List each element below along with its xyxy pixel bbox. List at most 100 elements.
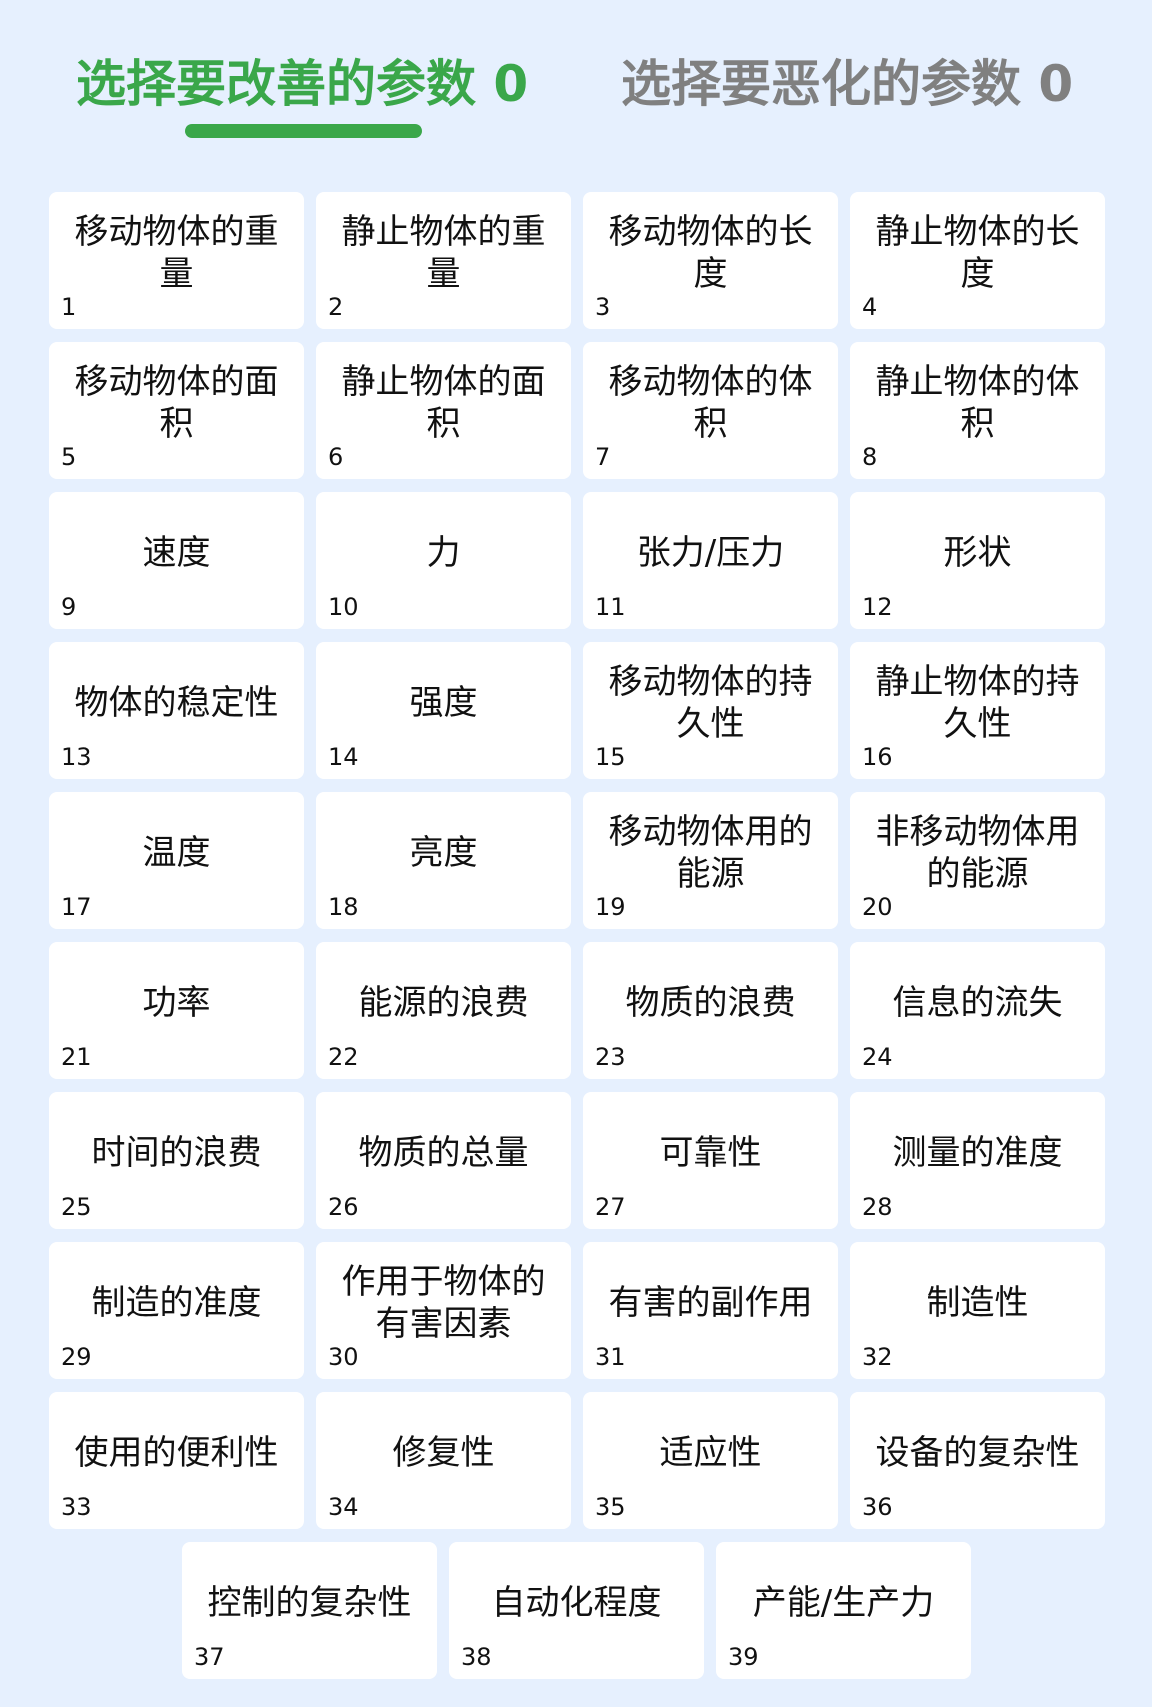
param-number: 5 xyxy=(61,443,77,471)
param-number: 7 xyxy=(595,443,611,471)
tab-improve-params[interactable]: 选择要改善的参数 0 xyxy=(76,44,528,116)
param-card-1[interactable]: 移动物体的重量 1 xyxy=(49,192,304,329)
param-card-14[interactable]: 强度 14 xyxy=(316,642,571,779)
param-label: 产能/生产力 xyxy=(752,1582,935,1623)
param-label: 能源的浪费 xyxy=(358,982,529,1023)
param-card-18[interactable]: 亮度 18 xyxy=(316,792,571,929)
param-card-9[interactable]: 速度 9 xyxy=(49,492,304,629)
param-label: 静止物体的体积 xyxy=(875,361,1080,444)
param-label: 移动物体的重量 xyxy=(74,211,279,294)
param-card-38[interactable]: 自动化程度 38 xyxy=(449,1542,704,1679)
param-label: 静止物体的长度 xyxy=(875,211,1080,294)
param-number: 36 xyxy=(862,1493,893,1521)
param-label: 有害的副作用 xyxy=(608,1282,813,1323)
tab-worsen-params[interactable]: 选择要恶化的参数 0 xyxy=(621,44,1073,116)
param-number: 4 xyxy=(862,293,878,321)
param-label: 形状 xyxy=(943,532,1012,573)
param-label: 物质的浪费 xyxy=(625,982,796,1023)
param-number: 16 xyxy=(862,743,893,771)
param-number: 25 xyxy=(61,1193,92,1221)
param-card-33[interactable]: 使用的便利性 33 xyxy=(49,1392,304,1529)
param-card-11[interactable]: 张力/压力 11 xyxy=(583,492,838,629)
param-card-12[interactable]: 形状 12 xyxy=(850,492,1105,629)
param-label: 亮度 xyxy=(409,832,478,873)
param-label: 静止物体的面积 xyxy=(341,361,546,444)
param-number: 9 xyxy=(61,593,77,621)
param-label: 时间的浪费 xyxy=(91,1132,262,1173)
param-card-34[interactable]: 修复性 34 xyxy=(316,1392,571,1529)
param-card-7[interactable]: 移动物体的体积 7 xyxy=(583,342,838,479)
param-label: 自动化程度 xyxy=(491,1582,662,1623)
param-card-13[interactable]: 物体的稳定性 13 xyxy=(49,642,304,779)
param-number: 35 xyxy=(595,1493,626,1521)
param-number: 24 xyxy=(862,1043,893,1071)
param-number: 39 xyxy=(728,1643,759,1671)
param-card-25[interactable]: 时间的浪费 25 xyxy=(49,1092,304,1229)
param-number: 31 xyxy=(595,1343,626,1371)
param-label: 可靠性 xyxy=(659,1132,762,1173)
param-card-29[interactable]: 制造的准度 29 xyxy=(49,1242,304,1379)
param-label: 测量的准度 xyxy=(892,1132,1063,1173)
param-number: 6 xyxy=(328,443,344,471)
param-card-6[interactable]: 静止物体的面积 6 xyxy=(316,342,571,479)
param-number: 38 xyxy=(461,1643,492,1671)
param-card-16[interactable]: 静止物体的持久性 16 xyxy=(850,642,1105,779)
param-number: 29 xyxy=(61,1343,92,1371)
param-number: 2 xyxy=(328,293,344,321)
param-label: 功率 xyxy=(142,982,211,1023)
param-card-17[interactable]: 温度 17 xyxy=(49,792,304,929)
param-card-22[interactable]: 能源的浪费 22 xyxy=(316,942,571,1079)
param-card-8[interactable]: 静止物体的体积 8 xyxy=(850,342,1105,479)
param-card-2[interactable]: 静止物体的重量 2 xyxy=(316,192,571,329)
param-label: 制造性 xyxy=(926,1282,1029,1323)
param-number: 20 xyxy=(862,893,893,921)
param-grid: 移动物体的重量 1 静止物体的重量 2 移动物体的长度 3 静止物体的长度 4 移动物体的面积 5… xyxy=(49,192,1105,1529)
param-number: 19 xyxy=(595,893,626,921)
param-card-5[interactable]: 移动物体的面积 5 xyxy=(49,342,304,479)
param-label: 温度 xyxy=(142,832,211,873)
param-number: 17 xyxy=(61,893,92,921)
param-card-36[interactable]: 设备的复杂性 36 xyxy=(850,1392,1105,1529)
param-card-21[interactable]: 功率 21 xyxy=(49,942,304,1079)
param-number: 37 xyxy=(194,1643,225,1671)
param-number: 1 xyxy=(61,293,77,321)
param-number: 14 xyxy=(328,743,359,771)
param-label: 静止物体的重量 xyxy=(341,211,546,294)
param-card-23[interactable]: 物质的浪费 23 xyxy=(583,942,838,1079)
param-label: 移动物体的长度 xyxy=(608,211,813,294)
param-label: 移动物体的面积 xyxy=(74,361,279,444)
param-card-35[interactable]: 适应性 35 xyxy=(583,1392,838,1529)
active-tab-indicator xyxy=(185,124,422,138)
param-card-32[interactable]: 制造性 32 xyxy=(850,1242,1105,1379)
param-label: 作用于物体的有害因素 xyxy=(341,1261,546,1344)
param-card-20[interactable]: 非移动物体用的能源 20 xyxy=(850,792,1105,929)
param-label: 物体的稳定性 xyxy=(74,682,279,723)
param-card-31[interactable]: 有害的副作用 31 xyxy=(583,1242,838,1379)
param-label: 非移动物体用的能源 xyxy=(875,811,1080,894)
param-label: 强度 xyxy=(409,682,478,723)
param-number: 10 xyxy=(328,593,359,621)
param-card-24[interactable]: 信息的流失 24 xyxy=(850,942,1105,1079)
param-card-10[interactable]: 力 10 xyxy=(316,492,571,629)
param-number: 18 xyxy=(328,893,359,921)
param-number: 34 xyxy=(328,1493,359,1521)
param-number: 28 xyxy=(862,1193,893,1221)
param-card-28[interactable]: 测量的准度 28 xyxy=(850,1092,1105,1229)
param-card-15[interactable]: 移动物体的持久性 15 xyxy=(583,642,838,779)
param-card-19[interactable]: 移动物体用的能源 19 xyxy=(583,792,838,929)
param-number: 15 xyxy=(595,743,626,771)
param-number: 30 xyxy=(328,1343,359,1371)
param-card-3[interactable]: 移动物体的长度 3 xyxy=(583,192,838,329)
param-card-39[interactable]: 产能/生产力 39 xyxy=(716,1542,971,1679)
param-card-27[interactable]: 可靠性 27 xyxy=(583,1092,838,1229)
param-card-30[interactable]: 作用于物体的有害因素 30 xyxy=(316,1242,571,1379)
param-card-26[interactable]: 物质的总量 26 xyxy=(316,1092,571,1229)
param-card-37[interactable]: 控制的复杂性 37 xyxy=(182,1542,437,1679)
param-label: 静止物体的持久性 xyxy=(875,661,1080,744)
param-number: 12 xyxy=(862,593,893,621)
param-label: 制造的准度 xyxy=(91,1282,262,1323)
param-grid-last-row: 控制的复杂性 37 自动化程度 38 产能/生产力 39 xyxy=(182,1542,971,1679)
param-card-4[interactable]: 静止物体的长度 4 xyxy=(850,192,1105,329)
param-number: 32 xyxy=(862,1343,893,1371)
param-number: 22 xyxy=(328,1043,359,1071)
